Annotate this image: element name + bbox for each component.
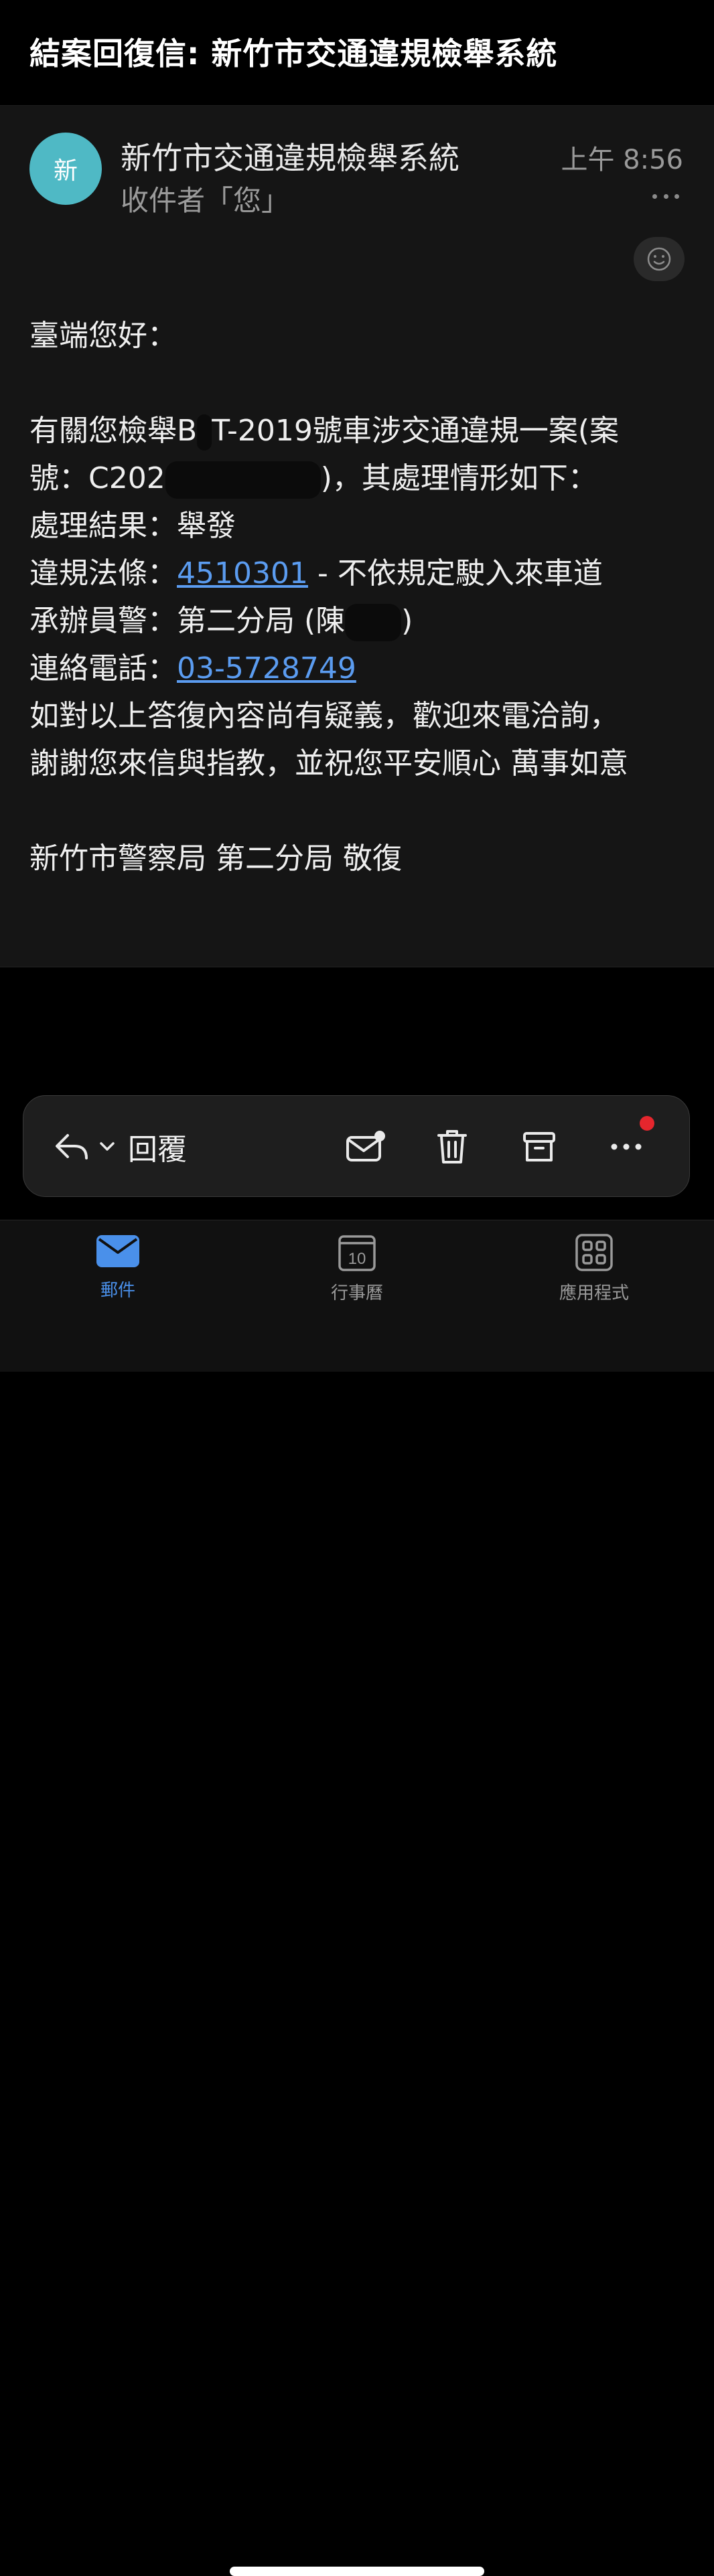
greeting: 臺端您好： [29, 319, 177, 353]
more-actions-button[interactable] [599, 1116, 654, 1174]
title-bar: 結案回復信: 新竹市交通違規檢舉系統 [0, 0, 714, 106]
smiley-icon [647, 247, 671, 271]
tab-apps-label: 應用程式 [559, 1283, 629, 1303]
phone-link[interactable]: 03-5728749 [177, 651, 356, 686]
tab-mail-label: 郵件 [100, 1281, 135, 1301]
archive-icon [523, 1132, 555, 1161]
email-message: 新 新竹市交通違規檢舉系統 收件者「您」 上午 8:56 臺端您好： 有關您檢舉… [0, 106, 714, 967]
bottom-tab-bar: 郵件 10 行事曆 應用程式 [0, 1220, 714, 2576]
trash-icon [437, 1130, 467, 1163]
phone-line: 連絡電話：03-5728749 [29, 651, 356, 686]
calendar-day: 10 [348, 1250, 366, 1268]
signature: 新竹市警察局 第二分局 敬復 [29, 841, 402, 876]
email-subject: 結案回復信: 新竹市交通違規檢舉系統 [29, 35, 558, 72]
message-action-bar: 回覆 [23, 1095, 690, 1197]
closing-line-2: 謝謝您來信與指教，並祝您平安順心 萬事如意 [29, 746, 628, 781]
tab-mail[interactable]: 郵件 [51, 1232, 185, 1313]
law-line: 違規法條：4510301 - 不依規定駛入來車道 [29, 556, 603, 590]
closing-line-1: 如對以上答復內容尚有疑義，歡迎來電洽詢， [29, 699, 619, 733]
message-more-icon[interactable] [652, 187, 679, 205]
redacted-case-number [165, 461, 321, 499]
apps-grid-icon [575, 1234, 613, 1271]
recipient-line[interactable]: 收件者「您」 [121, 178, 289, 219]
calendar-icon: 10 [338, 1235, 376, 1271]
home-indicator[interactable] [230, 2567, 484, 2576]
archive-button[interactable] [512, 1120, 566, 1174]
more-icon [611, 1143, 642, 1150]
tab-calendar[interactable]: 10 行事曆 [290, 1232, 424, 1313]
reply-icon [56, 1134, 88, 1159]
mark-unread-icon [346, 1131, 385, 1161]
tab-apps[interactable]: 應用程式 [527, 1232, 661, 1313]
sender-name[interactable]: 新竹市交通違規檢舉系統 [121, 134, 459, 178]
body-line-case-no: 號：C202)，其處理情形如下： [29, 455, 693, 502]
sender-avatar[interactable]: 新 [29, 133, 102, 205]
add-reaction-button[interactable] [634, 237, 685, 281]
avatar-initial: 新 [53, 157, 78, 185]
result-line: 處理結果：舉發 [29, 509, 236, 543]
delete-button[interactable] [425, 1120, 479, 1174]
mark-unread-button[interactable] [338, 1120, 392, 1174]
chevron-down-icon[interactable] [96, 1135, 119, 1158]
reply-button[interactable]: 回覆 [53, 1120, 187, 1174]
mail-icon [96, 1235, 139, 1267]
notification-dot [640, 1116, 654, 1131]
officer-line: 承辦員警：第二分局 (陳) [29, 597, 693, 645]
reply-label: 回覆 [128, 1133, 187, 1167]
law-code-link[interactable]: 4510301 [177, 556, 308, 590]
email-body: 臺端您好： 有關您檢舉B T-2019號車涉交通違規一案(案 號：C202)，其處… [29, 312, 693, 882]
redacted-plate [197, 414, 212, 451]
received-time: 上午 8:56 [561, 145, 683, 175]
redacted-officer-name [345, 604, 402, 641]
tab-calendar-label: 行事曆 [330, 1283, 383, 1303]
body-line-case: 有關您檢舉B T-2019號車涉交通違規一案(案 [29, 407, 693, 455]
